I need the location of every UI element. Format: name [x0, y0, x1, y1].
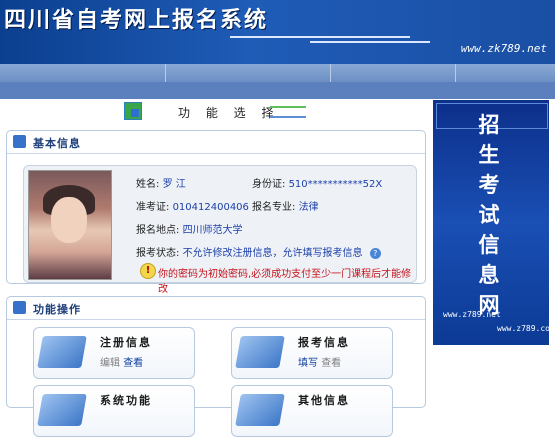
info-icon [235, 394, 285, 426]
card-exam-info: 报考信息 填写 查看 [231, 327, 393, 379]
status-label: 报考状态: [136, 248, 180, 259]
card-system-functions[interactable]: 系统功能 [33, 385, 195, 437]
function-header: 功 能 选 择 [124, 100, 324, 124]
status-row: 报考状态: 不允许修改注册信息，允许填写报考信息 ? [136, 244, 381, 259]
info-icon [13, 135, 26, 148]
banner-decor-line [310, 41, 430, 43]
name-value: 罗 江 [162, 179, 186, 190]
exam-no-row: 准考证: 010412400406 [136, 198, 249, 213]
site-row: 报名地点: 四川师范大学 [136, 221, 243, 236]
warning-icon: ! [140, 263, 156, 279]
nav-separator [165, 64, 166, 82]
edit-register-link[interactable]: 编辑 [100, 358, 120, 369]
function-decor-lines [270, 106, 306, 118]
password-warning: 你的密码为初始密码,必须成功支付至少一门课程后才能修改 [158, 269, 412, 295]
panel-header: 基本信息 [7, 131, 425, 154]
document-add-icon [235, 336, 285, 368]
sidebar-url-2: www.z789.com [497, 324, 549, 333]
sidebar-banner[interactable]: 招生考试信息网 www.z789.net www.z789.com [433, 100, 549, 345]
status-value: 不允许修改注册信息，允许填写报考信息 [182, 248, 363, 259]
major-row: 报名专业: 法律 [252, 198, 319, 213]
banner-url: www.zk789.net [460, 42, 547, 55]
card-title: 系统功能 [100, 394, 152, 407]
basic-info-heading: 基本信息 [33, 137, 81, 150]
document-icon [37, 336, 87, 368]
major-value: 法律 [298, 202, 319, 213]
help-icon[interactable]: ? [369, 248, 381, 259]
sidebar-vertical-title: 招生考试信息网 [478, 112, 500, 317]
card-links: 编辑 查看 [100, 354, 143, 369]
card-title: 报考信息 [298, 336, 350, 349]
name-label: 姓名: [136, 179, 160, 190]
id-label: 身份证: [252, 179, 286, 190]
card-other-info[interactable]: 其他信息 [231, 385, 393, 437]
operations-heading: 功能操作 [33, 303, 81, 316]
basic-info-panel: 基本信息 姓名: 罗 江 身份证: 510***********52X 准考证:… [6, 130, 426, 295]
id-row: 身份证: 510***********52X [252, 175, 382, 190]
function-icon [124, 102, 142, 120]
student-photo [28, 170, 112, 280]
operations-icon [13, 301, 26, 314]
banner: 四川省自考网上报名系统 www.zk789.net [0, 0, 555, 64]
name-row: 姓名: 罗 江 [136, 175, 186, 190]
major-label: 报名专业: [252, 202, 296, 213]
student-info-box: 姓名: 罗 江 身份证: 510***********52X 准考证: 0104… [23, 165, 417, 295]
operations-panel: 功能操作 注册信息 编辑 查看 报考信息 填写 查看 系统功能 其他信息 [6, 296, 426, 437]
view-exam-link[interactable]: 查看 [321, 358, 341, 369]
settings-icon [37, 394, 87, 426]
exam-no-value: 010412400406 [172, 202, 249, 213]
fill-exam-link[interactable]: 填写 [298, 358, 318, 369]
id-value: 510***********52X [288, 179, 383, 190]
panel-header: 功能操作 [7, 297, 425, 320]
nav-strip-lower [0, 82, 555, 99]
photo-face [51, 197, 87, 243]
view-register-link[interactable]: 查看 [123, 358, 143, 369]
nav-separator [330, 64, 331, 82]
site-title: 四川省自考网上报名系统 [4, 7, 269, 33]
function-title: 功 能 选 择 [178, 106, 280, 120]
card-title: 注册信息 [100, 336, 152, 349]
card-register-info: 注册信息 编辑 查看 [33, 327, 195, 379]
card-title: 其他信息 [298, 394, 350, 407]
site-label: 报名地点: [136, 225, 180, 236]
nav-strip [0, 64, 555, 82]
banner-decor-line [230, 36, 410, 38]
exam-no-label: 准考证: [136, 202, 170, 213]
main-content: 功 能 选 择 基本信息 姓名: 罗 江 身份证: 510***********… [4, 100, 428, 437]
sidebar-url-1: www.z789.net [443, 310, 501, 319]
site-value: 四川师范大学 [182, 225, 243, 236]
nav-separator [455, 64, 456, 82]
card-links: 填写 查看 [298, 354, 341, 369]
